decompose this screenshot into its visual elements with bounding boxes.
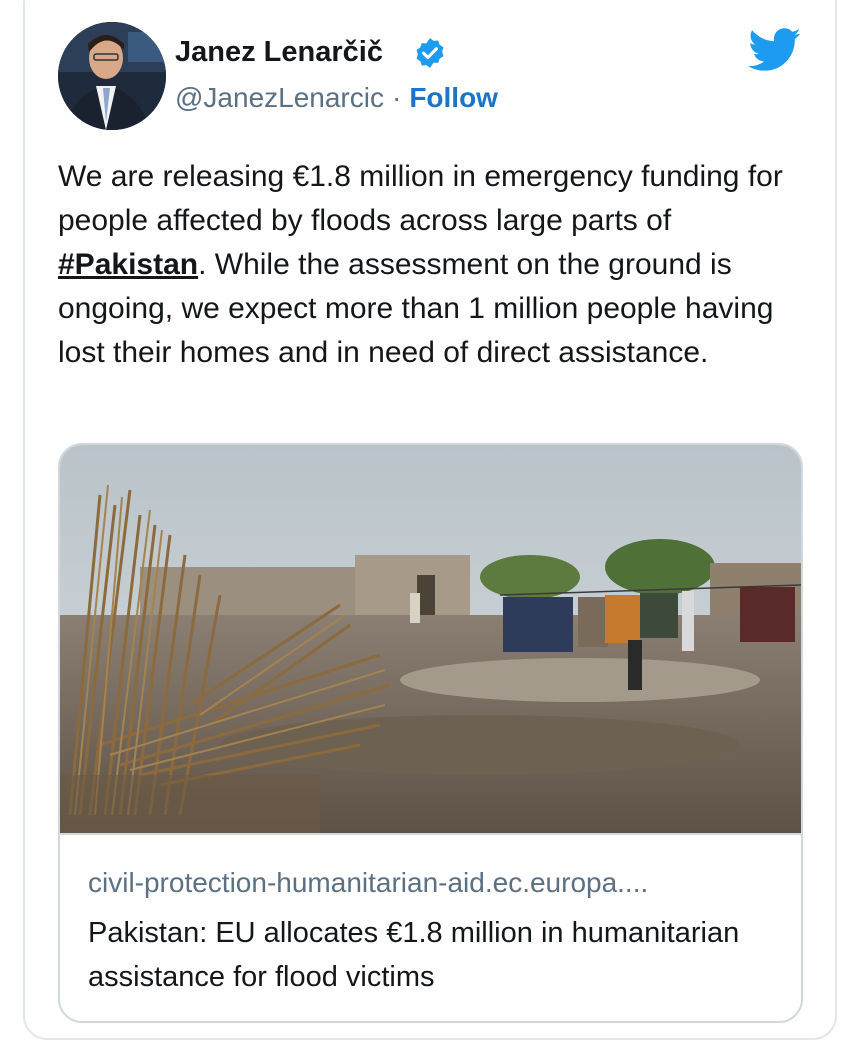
hashtag-link[interactable]: #Pakistan [58, 248, 198, 281]
tweet-text-part-1: We are releasing €1.8 million in emergen… [58, 160, 783, 237]
twitter-bird-icon[interactable] [748, 28, 802, 72]
link-preview-card[interactable]: civil-protection-humanitarian-aid.ec.eur… [58, 443, 803, 1023]
verified-badge-icon [416, 38, 444, 68]
separator: · [391, 82, 402, 113]
link-preview-image [60, 445, 801, 833]
handle-row: @JanezLenarcic · Follow [175, 82, 498, 114]
link-title: Pakistan: EU allocates €1.8 million in h… [88, 917, 740, 993]
avatar-image [58, 22, 166, 130]
link-domain: civil-protection-humanitarian-aid.ec.eur… [88, 867, 649, 898]
tweet-text: We are releasing €1.8 million in emergen… [58, 155, 818, 375]
follow-button[interactable]: Follow [409, 82, 498, 113]
link-card-divider [60, 833, 801, 835]
author-handle[interactable]: @JanezLenarcic [175, 82, 384, 113]
author-avatar[interactable] [58, 22, 166, 130]
author-name[interactable]: Janez Lenarčič [175, 36, 383, 69]
